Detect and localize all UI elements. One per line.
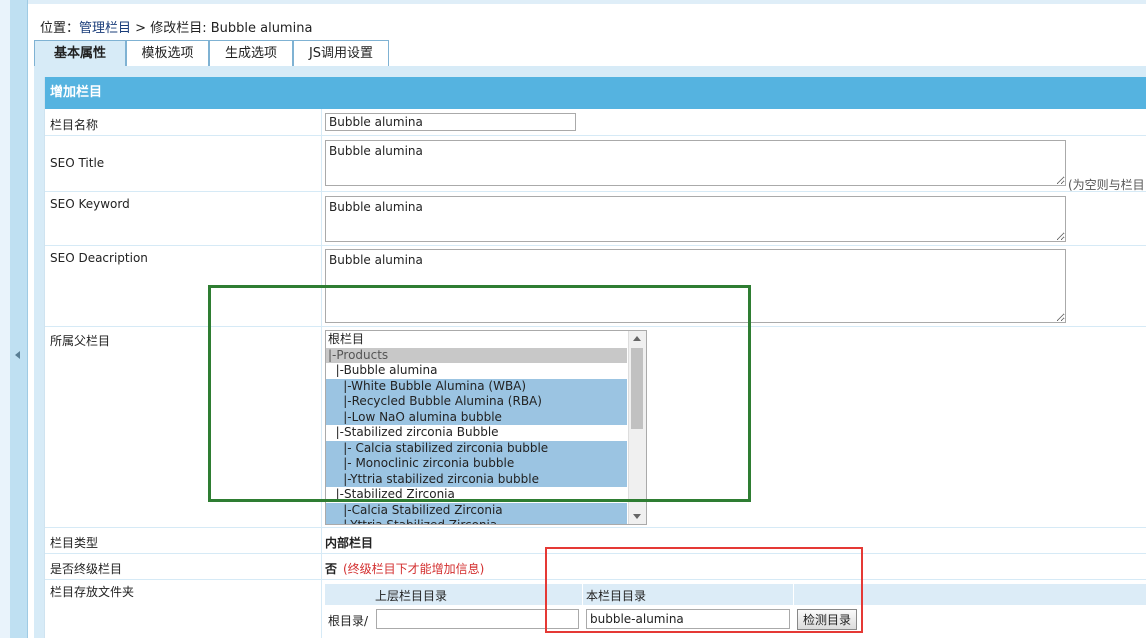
tab-js[interactable]: JS调用设置 bbox=[293, 40, 389, 66]
seo-keyword-label: SEO Keyword bbox=[50, 197, 130, 211]
listbox-option[interactable]: |-Calcia Stabilized Zirconia bbox=[326, 502, 627, 518]
top-bar bbox=[0, 0, 1146, 4]
parent-dir-header: 上层栏目目录 bbox=[375, 589, 448, 603]
breadcrumb: 位置：管理栏目 > 修改栏目: Bubble alumina bbox=[40, 17, 312, 36]
scroll-down-arrow-icon[interactable] bbox=[633, 514, 641, 519]
sidebar-collapse-bar[interactable] bbox=[10, 0, 28, 638]
name-input[interactable] bbox=[325, 113, 576, 131]
folder-label: 栏目存放文件夹 bbox=[50, 585, 135, 599]
seo-keyword-textarea[interactable]: Bubble alumina bbox=[325, 196, 1066, 242]
final-category-note: (终级栏目下才能增加信息) bbox=[343, 562, 485, 576]
seo-description-label: SEO Deacription bbox=[50, 251, 148, 265]
final-category-value: 否 bbox=[325, 562, 338, 576]
parent-category-label: 所属父栏目 bbox=[50, 334, 111, 348]
row-name: 栏目名称 bbox=[45, 109, 1146, 136]
tab-generate[interactable]: 生成选项 bbox=[209, 40, 293, 66]
seo-title-hint: (为空则与栏目 bbox=[1068, 178, 1145, 192]
category-type-label: 栏目类型 bbox=[50, 536, 99, 550]
left-strip bbox=[0, 0, 10, 638]
collapse-arrow-icon[interactable] bbox=[15, 351, 20, 359]
category-type-value: 内部栏目 bbox=[325, 536, 374, 550]
breadcrumb-separator: > bbox=[131, 21, 151, 36]
seo-title-textarea[interactable]: Bubble alumina bbox=[325, 140, 1066, 186]
seo-title-label: SEO Title bbox=[50, 156, 105, 170]
panel-title: 增加栏目 bbox=[45, 77, 1146, 109]
tab-template[interactable]: 模板选项 bbox=[126, 40, 209, 66]
breadcrumb-current: 修改栏目: Bubble alumina bbox=[150, 21, 313, 36]
annotation-green-box bbox=[208, 285, 751, 502]
name-label: 栏目名称 bbox=[50, 118, 99, 132]
annotation-red-box bbox=[545, 547, 863, 633]
breadcrumb-link-manage[interactable]: 管理栏目 bbox=[79, 21, 131, 36]
final-category-label: 是否终级栏目 bbox=[50, 562, 123, 576]
tab-basic[interactable]: 基本属性 bbox=[34, 40, 126, 67]
root-dir-prefix: 根目录/ bbox=[328, 614, 369, 628]
breadcrumb-prefix: 位置： bbox=[40, 21, 80, 36]
listbox-option[interactable]: |-Yttria Stabilized Zirconia bbox=[326, 518, 627, 524]
